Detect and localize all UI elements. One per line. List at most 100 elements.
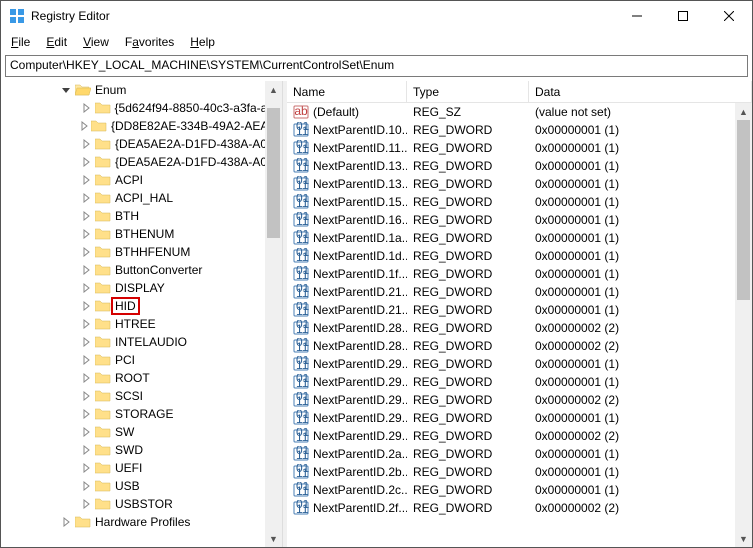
tree-item[interactable]: ButtonConverter	[1, 261, 276, 279]
column-data[interactable]: Data	[529, 81, 752, 102]
tree-item-hardware-profiles[interactable]: Hardware Profiles	[1, 513, 276, 531]
scrollbar-thumb[interactable]	[737, 120, 750, 300]
expand-icon[interactable]	[79, 137, 93, 151]
tree-scrollbar[interactable]: ▲ ▼	[265, 81, 282, 547]
maximize-button[interactable]	[660, 1, 706, 31]
value-row[interactable]: 011110NextParentID.29...REG_DWORD0x00000…	[287, 409, 752, 427]
scroll-down-icon[interactable]: ▼	[735, 530, 752, 547]
value-row[interactable]: 011110NextParentID.21...REG_DWORD0x00000…	[287, 283, 752, 301]
value-row[interactable]: 011110NextParentID.2c...REG_DWORD0x00000…	[287, 481, 752, 499]
menu-view[interactable]: View	[77, 33, 115, 51]
expand-icon[interactable]	[79, 299, 93, 313]
tree-item-enum[interactable]: Enum	[1, 81, 276, 99]
folder-icon	[95, 353, 111, 367]
value-row[interactable]: 011110NextParentID.29...REG_DWORD0x00000…	[287, 373, 752, 391]
tree-item[interactable]: PCI	[1, 351, 276, 369]
expand-icon[interactable]	[79, 155, 93, 169]
scroll-down-icon[interactable]: ▼	[265, 530, 282, 547]
expand-icon[interactable]	[79, 335, 93, 349]
value-row[interactable]: 011110NextParentID.13...REG_DWORD0x00000…	[287, 175, 752, 193]
tree-item[interactable]: {5d624f94-8850-40c3-a3fa-a4	[1, 99, 276, 117]
value-row[interactable]: 011110NextParentID.1d...REG_DWORD0x00000…	[287, 247, 752, 265]
tree-item[interactable]: HID	[1, 297, 276, 315]
value-row[interactable]: 011110NextParentID.2a...REG_DWORD0x00000…	[287, 445, 752, 463]
folder-icon	[95, 281, 111, 295]
expand-icon[interactable]	[79, 497, 93, 511]
expand-icon[interactable]	[79, 479, 93, 493]
scroll-up-icon[interactable]: ▲	[735, 103, 752, 120]
address-bar[interactable]: Computer\HKEY_LOCAL_MACHINE\SYSTEM\Curre…	[5, 55, 748, 77]
dword-value-icon: 011110	[293, 374, 309, 390]
expand-icon[interactable]	[79, 443, 93, 457]
menu-favorites[interactable]: Favorites	[119, 33, 180, 51]
scrollbar-thumb[interactable]	[267, 108, 280, 238]
value-row[interactable]: 011110NextParentID.10...REG_DWORD0x00000…	[287, 121, 752, 139]
dword-value-icon: 011110	[293, 338, 309, 354]
expand-icon[interactable]	[79, 227, 93, 241]
column-name[interactable]: Name	[287, 81, 407, 102]
value-row[interactable]: 011110NextParentID.28...REG_DWORD0x00000…	[287, 337, 752, 355]
tree-item[interactable]: {DEA5AE2A-D1FD-438A-A09	[1, 153, 276, 171]
value-row[interactable]: 011110NextParentID.29...REG_DWORD0x00000…	[287, 391, 752, 409]
tree-item[interactable]: ACPI_HAL	[1, 189, 276, 207]
expand-icon[interactable]	[79, 407, 93, 421]
value-row[interactable]: 011110NextParentID.16...REG_DWORD0x00000…	[287, 211, 752, 229]
tree-item[interactable]: SW	[1, 423, 276, 441]
registry-tree[interactable]: Enum{5d624f94-8850-40c3-a3fa-a4{DD8E82AE…	[1, 81, 276, 531]
value-row[interactable]: 011110NextParentID.21...REG_DWORD0x00000…	[287, 301, 752, 319]
minimize-button[interactable]	[614, 1, 660, 31]
value-row[interactable]: 011110NextParentID.15...REG_DWORD0x00000…	[287, 193, 752, 211]
expand-icon[interactable]	[79, 263, 93, 277]
value-row[interactable]: 011110NextParentID.28...REG_DWORD0x00000…	[287, 319, 752, 337]
expand-icon[interactable]	[79, 173, 93, 187]
expand-icon[interactable]	[79, 461, 93, 475]
expand-icon[interactable]	[79, 209, 93, 223]
column-type[interactable]: Type	[407, 81, 529, 102]
value-row[interactable]: 011110NextParentID.1f...REG_DWORD0x00000…	[287, 265, 752, 283]
close-button[interactable]	[706, 1, 752, 31]
value-row[interactable]: 011110NextParentID.29...REG_DWORD0x00000…	[287, 355, 752, 373]
tree-item[interactable]: USBSTOR	[1, 495, 276, 513]
tree-item[interactable]: SCSI	[1, 387, 276, 405]
value-row[interactable]: ab(Default)REG_SZ(value not set)	[287, 103, 752, 121]
tree-item[interactable]: SWD	[1, 441, 276, 459]
expand-icon[interactable]	[79, 191, 93, 205]
tree-item[interactable]: {DEA5AE2A-D1FD-438A-A09	[1, 135, 276, 153]
tree-item[interactable]: STORAGE	[1, 405, 276, 423]
expand-icon[interactable]	[79, 317, 93, 331]
value-row[interactable]: 011110NextParentID.2b...REG_DWORD0x00000…	[287, 463, 752, 481]
tree-item[interactable]: DISPLAY	[1, 279, 276, 297]
tree-item[interactable]: {DD8E82AE-334B-49A2-AEAB	[1, 117, 276, 135]
tree-item[interactable]: USB	[1, 477, 276, 495]
tree-item[interactable]: ROOT	[1, 369, 276, 387]
expand-icon[interactable]	[79, 281, 93, 295]
tree-item[interactable]: HTREE	[1, 315, 276, 333]
value-row[interactable]: 011110NextParentID.29...REG_DWORD0x00000…	[287, 427, 752, 445]
value-row[interactable]: 011110NextParentID.11...REG_DWORD0x00000…	[287, 139, 752, 157]
values-list[interactable]: ab(Default)REG_SZ(value not set)011110Ne…	[287, 103, 752, 517]
scroll-up-icon[interactable]: ▲	[265, 81, 282, 98]
expand-icon[interactable]	[59, 83, 73, 97]
tree-item[interactable]: BTHHFENUM	[1, 243, 276, 261]
menu-edit[interactable]: Edit	[40, 33, 73, 51]
expand-icon[interactable]	[79, 119, 89, 133]
expand-icon[interactable]	[79, 353, 93, 367]
value-data: 0x00000001 (1)	[529, 177, 752, 191]
expand-icon[interactable]	[79, 389, 93, 403]
tree-item[interactable]: INTELAUDIO	[1, 333, 276, 351]
expand-icon[interactable]	[79, 371, 93, 385]
menu-help[interactable]: Help	[184, 33, 221, 51]
tree-item[interactable]: BTH	[1, 207, 276, 225]
tree-item[interactable]: ACPI	[1, 171, 276, 189]
tree-item[interactable]: BTHENUM	[1, 225, 276, 243]
expand-icon[interactable]	[79, 101, 93, 115]
value-row[interactable]: 011110NextParentID.13...REG_DWORD0x00000…	[287, 157, 752, 175]
value-row[interactable]: 011110NextParentID.1a...REG_DWORD0x00000…	[287, 229, 752, 247]
expand-icon[interactable]	[79, 245, 93, 259]
menu-file[interactable]: File	[5, 33, 36, 51]
tree-item[interactable]: UEFI	[1, 459, 276, 477]
list-scrollbar[interactable]: ▲ ▼	[735, 103, 752, 547]
expand-icon[interactable]	[59, 515, 73, 529]
value-row[interactable]: 011110NextParentID.2f...REG_DWORD0x00000…	[287, 499, 752, 517]
expand-icon[interactable]	[79, 425, 93, 439]
